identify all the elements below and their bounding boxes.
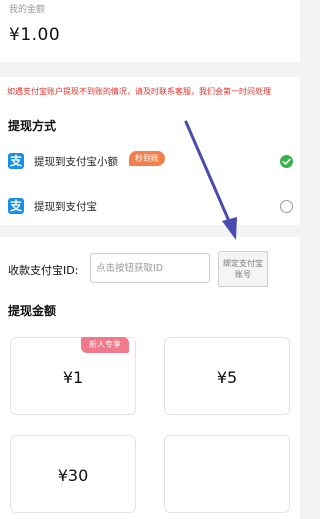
alipay-id-input[interactable] xyxy=(90,253,210,283)
method-option-label: 提现到支付宝小额 xyxy=(34,156,118,168)
alipay-id-label: 收款支付宝ID: xyxy=(8,264,79,277)
bind-alipay-button[interactable]: 绑定支付宝账号 xyxy=(218,251,268,287)
balance-amount: ¥1.00 xyxy=(9,25,61,45)
radio-unselected-icon[interactable] xyxy=(280,200,293,213)
amount-option-4[interactable] xyxy=(164,435,290,513)
receive-and-amount-section: 收款支付宝ID: 绑定支付宝账号 提现金额 新人专享 ¥1 ¥5 ¥30 xyxy=(0,237,300,519)
amount-value: ¥1 xyxy=(62,368,84,387)
withdraw-amount-title: 提现金额 xyxy=(8,304,57,318)
withdraw-notice: 如遇支付宝账户提现不到账的情况，请及时联系客服，我们会第一时间处理 xyxy=(0,77,300,107)
amount-option-30[interactable]: ¥30 xyxy=(10,435,136,513)
method-option-label: 提现到支付宝 xyxy=(34,201,97,213)
amount-option-1[interactable]: 新人专享 ¥1 xyxy=(10,337,136,415)
amount-option-5[interactable]: ¥5 xyxy=(164,337,290,415)
alipay-icon: 支 xyxy=(8,153,24,169)
withdraw-method-title: 提现方式 xyxy=(8,119,57,133)
amount-value: ¥5 xyxy=(216,368,238,387)
balance-label: 我的金额 xyxy=(9,5,46,15)
alipay-icon: 支 xyxy=(8,198,24,214)
method-option-alipay-small[interactable]: 支 提现到支付宝小额 秒到账 xyxy=(0,147,300,181)
withdraw-method-section: 提现方式 支 提现到支付宝小额 秒到账 支 提现到支付宝 xyxy=(0,107,300,225)
instant-arrival-badge: 秒到账 xyxy=(129,151,165,166)
newcomer-badge: 新人专享 xyxy=(81,337,129,353)
check-icon[interactable] xyxy=(280,155,293,168)
balance-card: 我的金额 ¥1.00 xyxy=(0,0,300,62)
method-option-alipay[interactable]: 支 提现到支付宝 xyxy=(0,192,300,226)
amount-value: ¥30 xyxy=(57,466,89,485)
